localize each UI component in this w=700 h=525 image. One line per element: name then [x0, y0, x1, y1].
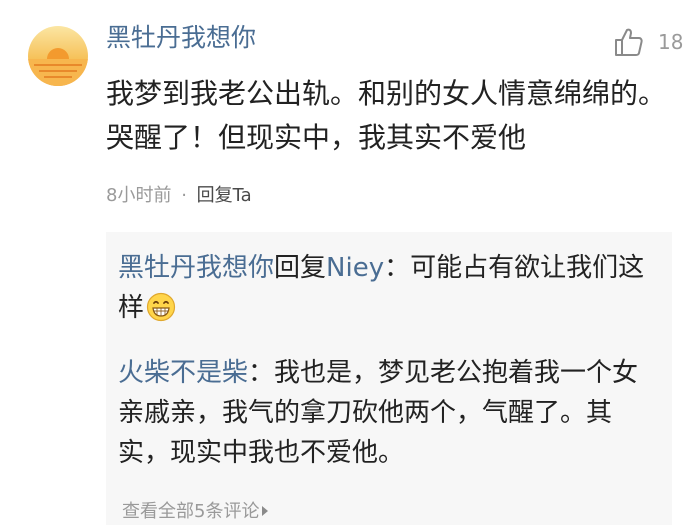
grinning-emoji-icon	[146, 292, 176, 334]
reply-target[interactable]: Niey	[326, 253, 384, 283]
comment-username[interactable]: 黑牡丹我想你	[106, 22, 256, 54]
comment-time: 8小时前	[106, 185, 172, 206]
like-button[interactable]: 18	[614, 26, 683, 58]
comment-meta: 8小时前 · 回复Ta	[106, 183, 252, 209]
reply-action: 回复	[274, 253, 327, 283]
view-all-replies-link[interactable]: 查看全部5条评论	[122, 500, 269, 524]
avatar[interactable]	[28, 26, 88, 86]
thumbs-up-icon	[615, 28, 643, 56]
replies-panel: 黑牡丹我想你回复Niey：可能占有欲让我们这样 火柴不是柴：我也是，梦见老公抱着…	[106, 232, 672, 525]
comment-text: 我梦到我老公出轨。和别的女人情意绵绵的。哭醒了！但现实中，我其实不爱他	[106, 77, 667, 154]
reply-author[interactable]: 黑牡丹我想你	[118, 253, 274, 283]
like-count: 18	[658, 30, 684, 54]
view-all-label: 查看全部5条评论	[122, 501, 260, 522]
reply-item: 火柴不是柴：我也是，梦见老公抱着我一个女亲戚亲，我气的拿刀砍他两个，气醒了。其实…	[118, 353, 658, 473]
sunset-avatar-image	[28, 26, 88, 86]
reply-item: 黑牡丹我想你回复Niey：可能占有欲让我们这样	[118, 248, 658, 334]
chevron-right-icon	[262, 506, 269, 516]
meta-separator: ·	[181, 185, 187, 206]
reply-button[interactable]: 回复Ta	[197, 185, 252, 206]
reply-author[interactable]: 火柴不是柴	[118, 358, 248, 388]
